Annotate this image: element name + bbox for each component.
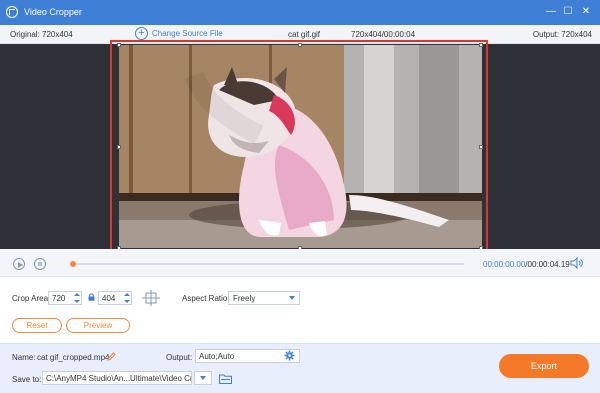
chevron-down-icon bbox=[289, 296, 295, 300]
save-to-label: Save to: bbox=[12, 375, 42, 384]
crop-handle-top-left[interactable] bbox=[117, 43, 121, 47]
output-format-label: Output: bbox=[166, 353, 193, 362]
minimize-button[interactable]: — bbox=[543, 4, 559, 20]
output-resolution: Output: 720x404 bbox=[532, 30, 592, 39]
crop-handle-top-right[interactable] bbox=[479, 43, 483, 47]
lock-icon[interactable] bbox=[88, 293, 95, 301]
play-icon[interactable] bbox=[13, 258, 25, 270]
current-time: 00:00:00.00 bbox=[483, 260, 526, 269]
title-bar: Video Cropper — ☐ ✕ bbox=[0, 0, 600, 25]
crop-height-value: 404 bbox=[102, 294, 116, 303]
reset-button[interactable]: Reset bbox=[12, 318, 62, 333]
export-button[interactable]: Export bbox=[499, 354, 589, 378]
aspect-ratio-select[interactable]: Freely bbox=[228, 291, 300, 305]
playback-controls: 00:00:00.00/00:00:04.19 bbox=[0, 249, 600, 277]
source-file-name: cat gif.gif bbox=[288, 30, 321, 39]
aspect-ratio-label: Aspect Ratio: bbox=[182, 294, 230, 303]
close-button[interactable]: ✕ bbox=[578, 4, 594, 20]
crop-settings: Crop Area: 720 404 Aspect Ratio: Freely … bbox=[0, 277, 600, 343]
original-resolution: Original: 720x404 bbox=[10, 30, 73, 39]
output-footer: Name: cat gif_cropped.mp4 Output: Auto;A… bbox=[0, 343, 600, 393]
stop-icon[interactable] bbox=[34, 258, 46, 270]
crop-width-input[interactable]: 720 bbox=[48, 291, 82, 305]
total-time: /00:00:04.19 bbox=[525, 260, 570, 269]
crop-handle-top[interactable] bbox=[298, 43, 302, 47]
maximize-button[interactable]: ☐ bbox=[560, 4, 576, 20]
output-format-value: Auto;Auto bbox=[199, 352, 235, 361]
window-title: Video Cropper bbox=[24, 7, 82, 17]
save-path-field[interactable]: C:\AnyMP4 Studio\An...Ultimate\Video Cro… bbox=[42, 371, 192, 385]
crop-handle-left[interactable] bbox=[117, 145, 121, 149]
center-crop-icon[interactable] bbox=[142, 290, 160, 306]
video-stage bbox=[0, 40, 600, 255]
crop-area-label: Crop Area: bbox=[12, 294, 51, 303]
source-file-meta: 720x404/00:00:04 bbox=[351, 30, 416, 39]
aspect-ratio-value: Freely bbox=[233, 294, 256, 303]
preview-button[interactable]: Preview bbox=[66, 318, 130, 333]
volume-icon[interactable] bbox=[570, 257, 584, 269]
add-circle-icon: + bbox=[135, 27, 148, 40]
save-path-dropdown[interactable] bbox=[194, 371, 212, 385]
output-file-name: cat gif_cropped.mp4 bbox=[37, 353, 110, 362]
gear-icon[interactable] bbox=[284, 350, 295, 361]
crop-height-input[interactable]: 404 bbox=[98, 291, 132, 305]
edit-pencil-icon[interactable] bbox=[107, 352, 116, 361]
app-logo-icon bbox=[6, 6, 18, 18]
crop-width-stepper[interactable] bbox=[74, 293, 80, 303]
crop-selection-box[interactable] bbox=[110, 40, 488, 255]
timeline-thumb[interactable] bbox=[70, 261, 76, 267]
timeline-slider[interactable] bbox=[70, 261, 464, 267]
crop-width-value: 720 bbox=[52, 294, 66, 303]
save-path-value: C:\AnyMP4 Studio\An...Ultimate\Video Cro… bbox=[46, 374, 192, 383]
crop-height-stepper[interactable] bbox=[124, 293, 130, 303]
folder-icon[interactable] bbox=[219, 374, 232, 384]
change-source-label: Change Source File bbox=[152, 29, 223, 38]
name-label: Name: bbox=[12, 353, 36, 362]
timecode: 00:00:00.00/00:00:04.19 bbox=[483, 260, 570, 269]
crop-handle-right[interactable] bbox=[479, 145, 483, 149]
